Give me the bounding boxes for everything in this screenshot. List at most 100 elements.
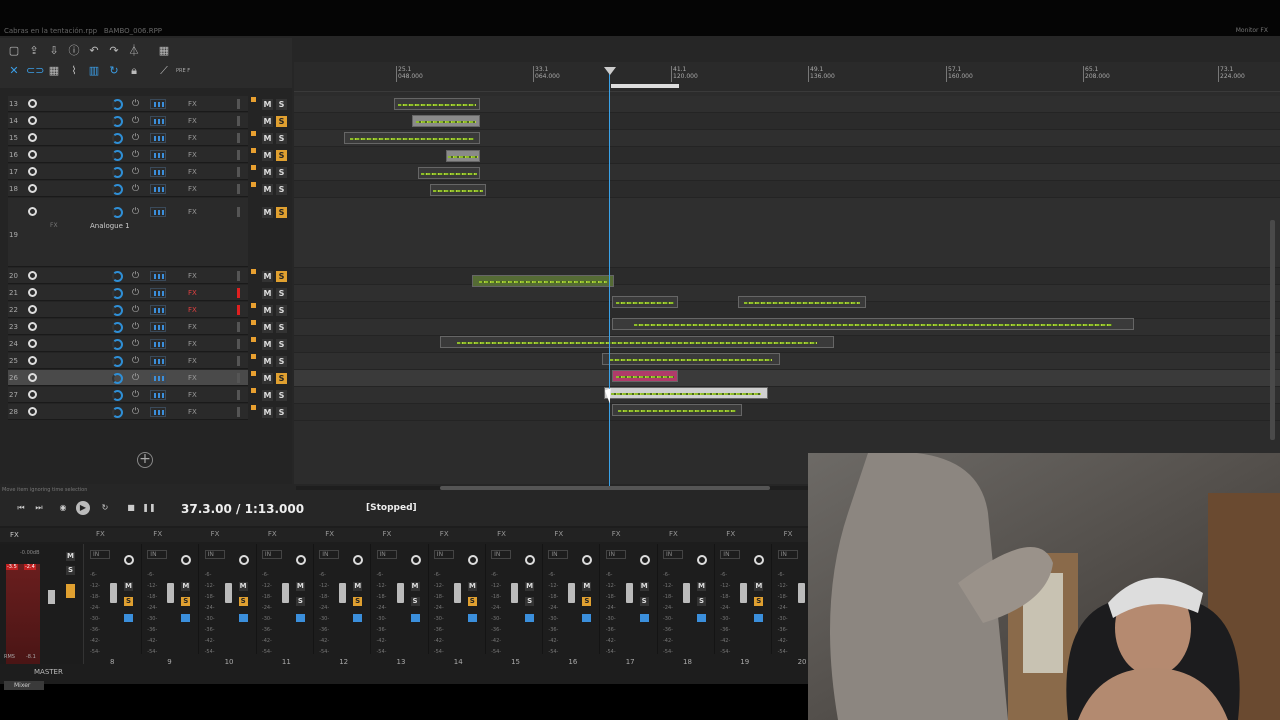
strip-pan-knob[interactable] [467, 555, 478, 565]
media-item[interactable] [430, 184, 486, 196]
strip-input-select[interactable]: IN [319, 550, 340, 559]
track-lane-26[interactable] [294, 370, 1280, 387]
media-item[interactable] [394, 98, 480, 110]
volume-knob[interactable] [112, 207, 123, 218]
mute-button[interactable]: M [262, 288, 273, 299]
strip-mute-button[interactable]: M [639, 582, 649, 591]
strip-pan-knob[interactable] [754, 555, 765, 565]
strip-pan-knob[interactable] [410, 555, 421, 565]
strip-solo-button[interactable]: S [353, 597, 363, 606]
input-monitor-button[interactable] [150, 150, 166, 160]
solo-button[interactable]: S [276, 288, 287, 299]
mute-button[interactable]: M [262, 356, 273, 367]
playhead[interactable] [609, 68, 610, 486]
strip-input-select[interactable]: IN [433, 550, 454, 559]
go-to-start-icon[interactable]: ⏮ [14, 501, 28, 515]
strip-input-select[interactable]: IN [204, 550, 225, 559]
record-arm-button[interactable] [28, 305, 37, 314]
media-item[interactable] [612, 318, 1134, 330]
horizontal-scrollbar[interactable] [440, 486, 770, 490]
strip-solo-button[interactable]: S [639, 597, 649, 606]
fx-button[interactable]: FX [188, 207, 238, 218]
strip-input-select[interactable]: IN [548, 550, 569, 559]
record-arm-button[interactable] [28, 133, 37, 142]
strip-input-select[interactable]: IN [605, 550, 626, 559]
record-arm-button[interactable] [28, 356, 37, 365]
fx-button[interactable]: FX [188, 271, 238, 282]
phase-icon[interactable]: ⏻ [132, 150, 140, 160]
mute-button[interactable]: M [262, 150, 273, 161]
strip-route-button[interactable] [582, 614, 592, 622]
strip-fx-button[interactable]: FX [211, 530, 220, 538]
strip-solo-button[interactable]: S [238, 597, 248, 606]
project-tab[interactable]: Cabras en la tentación.rpp [4, 27, 97, 35]
strip-fx-button[interactable]: FX [784, 530, 793, 538]
media-item[interactable] [612, 296, 678, 308]
strip-pan-knob[interactable] [582, 555, 593, 565]
volume-knob[interactable] [112, 390, 123, 401]
strip-input-select[interactable]: IN [663, 550, 683, 559]
strip-pan-knob[interactable] [525, 555, 536, 565]
strip-solo-button[interactable]: S [181, 597, 191, 606]
media-item[interactable] [738, 296, 866, 308]
record-arm-button[interactable] [28, 116, 37, 125]
master-route-button[interactable] [66, 584, 75, 598]
timeline-ruler[interactable]: 25.1 048.000 33.1 064.000 41.1 120.000 49.1 136… [294, 62, 1280, 92]
input-monitor-button[interactable] [150, 322, 166, 332]
strip-solo-button[interactable]: S [754, 597, 764, 606]
mute-button[interactable]: M [262, 207, 273, 218]
fx-button[interactable]: FX [188, 373, 238, 384]
ruler-marker[interactable]: 41.1 120.000 [671, 66, 698, 82]
mute-button[interactable]: M [262, 184, 273, 195]
strip-fx-button[interactable]: FX [669, 530, 678, 538]
item-grouping-icon[interactable]: ▥ [86, 64, 102, 78]
solo-button[interactable]: S [276, 271, 287, 282]
phase-icon[interactable]: ⏻ [132, 305, 140, 315]
volume-knob[interactable] [112, 339, 123, 350]
strip-mute-button[interactable]: M [124, 582, 133, 591]
volume-knob[interactable] [112, 305, 123, 316]
strip-input-select[interactable]: IN [261, 550, 282, 559]
strip-fx-button[interactable]: FX [96, 530, 105, 538]
media-item[interactable] [440, 336, 834, 348]
phase-icon[interactable]: ⏻ [132, 271, 140, 281]
record-arm-button[interactable] [28, 167, 37, 176]
strip-route-button[interactable] [238, 614, 248, 622]
media-item[interactable] [612, 404, 742, 416]
strip-input-select[interactable]: IN [376, 550, 397, 559]
track-lane-16[interactable] [294, 147, 1280, 164]
media-item[interactable] [602, 353, 780, 365]
input-monitor-button[interactable] [150, 133, 166, 143]
strip-route-button[interactable] [295, 614, 305, 622]
strip-fx-button[interactable]: FX [612, 530, 621, 538]
volume-knob[interactable] [112, 271, 123, 282]
strip-mute-button[interactable]: M [295, 582, 305, 591]
strip-volume-fader[interactable] [339, 583, 347, 603]
mute-button[interactable]: M [262, 339, 273, 350]
solo-button[interactable]: S [276, 133, 287, 144]
save-project-icon[interactable]: ⇩ [46, 44, 62, 58]
ruler-marker[interactable]: 49.1 136.000 [808, 66, 835, 82]
fx-button[interactable]: FX [188, 339, 238, 350]
volume-knob[interactable] [112, 288, 123, 299]
solo-button[interactable]: S [276, 150, 287, 161]
arrange-view[interactable] [294, 92, 1280, 484]
playhead-marker-icon[interactable] [604, 67, 616, 75]
record-arm-button[interactable] [28, 184, 37, 193]
strip-pan-knob[interactable] [639, 555, 650, 565]
input-monitor-button[interactable] [150, 373, 166, 383]
fx-button[interactable]: FX [188, 116, 238, 127]
record-arm-button[interactable] [28, 322, 37, 331]
input-monitor-button[interactable] [150, 167, 166, 177]
loop-points-icon[interactable]: ↻ [106, 64, 122, 78]
strip-input-select[interactable]: IN [777, 550, 798, 559]
media-item[interactable] [472, 275, 614, 287]
master-fader[interactable] [48, 590, 55, 604]
strip-mute-button[interactable]: M [697, 582, 706, 591]
ruler-marker[interactable]: 25.1 048.000 [396, 66, 423, 82]
strip-volume-fader[interactable] [453, 583, 461, 603]
grid-settings-icon[interactable]: ▦ [156, 44, 172, 58]
phase-icon[interactable]: ⏻ [132, 99, 140, 109]
media-item[interactable] [412, 115, 480, 127]
strip-mute-button[interactable]: M [181, 582, 191, 591]
